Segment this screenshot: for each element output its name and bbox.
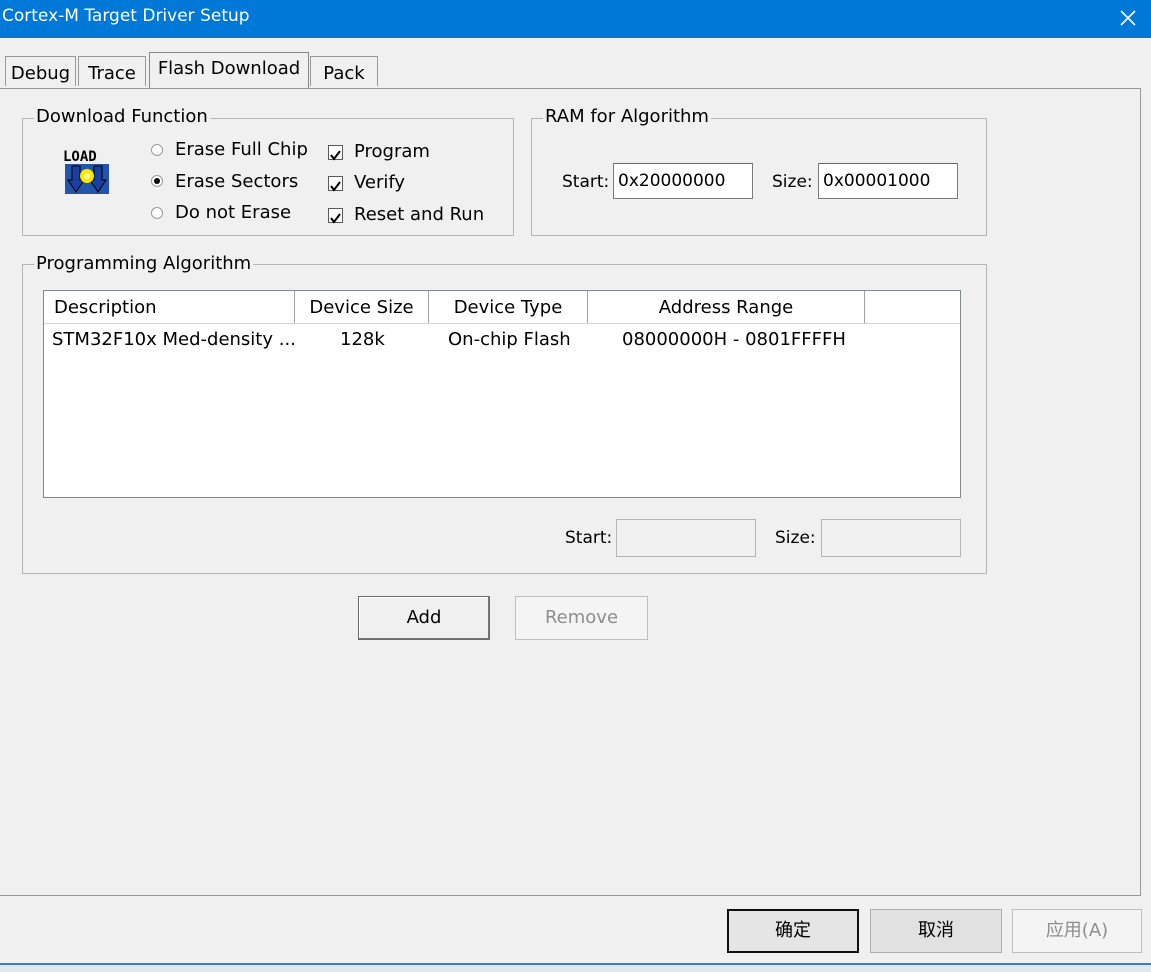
cancel-button[interactable]: 取消 (870, 909, 1002, 953)
column-label: Device Size (309, 297, 414, 318)
checkmark-icon (330, 213, 341, 224)
program-checkbox[interactable] (328, 145, 343, 161)
tab-flash-download[interactable]: Flash Download (149, 52, 309, 88)
do-not-erase-label: Do not Erase (175, 202, 292, 223)
column-header-device-type[interactable]: Device Type (429, 291, 588, 323)
column-header-empty (865, 291, 961, 323)
table-row[interactable]: STM32F10x Med-density ... 128k On-chip F… (44, 323, 960, 357)
tab-label: Trace (88, 63, 136, 84)
verify-label: Verify (354, 172, 406, 193)
window-title: Cortex-M Target Driver Setup (2, 6, 250, 26)
ram-size-label: Size: (772, 172, 813, 192)
checkmark-icon (330, 181, 341, 192)
tab-trace[interactable]: Trace (78, 56, 146, 86)
svg-text:LOAD: LOAD (63, 149, 97, 165)
tab-label: Debug (10, 63, 71, 84)
program-label: Program (354, 141, 430, 162)
close-icon[interactable] (1113, 3, 1143, 33)
algorithm-start-label: Start: (565, 528, 613, 548)
ram-for-algorithm-legend: RAM for Algorithm (543, 106, 711, 127)
column-header-device-size[interactable]: Device Size (295, 291, 429, 323)
programming-algorithm-legend: Programming Algorithm (34, 253, 254, 274)
algorithm-size-label: Size: (775, 528, 816, 548)
cell-device-size: 128k (340, 329, 385, 350)
download-function-legend: Download Function (34, 106, 210, 127)
tab-debug[interactable]: Debug (5, 56, 76, 86)
tab-pack[interactable]: Pack (310, 56, 378, 86)
algorithm-size-input (821, 519, 961, 557)
checkmark-icon (330, 150, 341, 161)
ram-start-input[interactable] (613, 163, 753, 199)
title-bar: Cortex-M Target Driver Setup (0, 0, 1151, 38)
verify-checkbox[interactable] (328, 176, 343, 192)
remove-button[interactable]: Remove (515, 596, 648, 640)
cell-device-type: On-chip Flash (448, 329, 571, 350)
tab-label: Flash Download (157, 58, 301, 79)
column-header-address-range[interactable]: Address Range (588, 291, 865, 323)
tab-label: Pack (323, 63, 365, 84)
list-header: Description Device Size Device Type Addr… (44, 291, 960, 324)
erase-full-chip-radio[interactable] (151, 144, 163, 156)
column-header-description[interactable]: Description (44, 291, 295, 323)
apply-button[interactable]: 应用(A) (1012, 909, 1142, 953)
erase-sectors-radio[interactable] (151, 175, 163, 187)
cell-address-range: 08000000H - 0801FFFFH (622, 329, 846, 350)
reset-and-run-checkbox[interactable] (328, 208, 343, 224)
reset-and-run-label: Reset and Run (354, 204, 485, 225)
ram-size-input[interactable] (818, 163, 958, 199)
algorithm-start-input (616, 519, 756, 557)
load-icon: LOAD (62, 146, 112, 196)
do-not-erase-radio[interactable] (151, 207, 163, 219)
column-label: Address Range (658, 297, 794, 318)
ram-start-label: Start: (562, 172, 610, 192)
column-label: Device Type (453, 297, 563, 318)
erase-sectors-label: Erase Sectors (175, 171, 299, 192)
algorithm-list[interactable]: Description Device Size Device Type Addr… (43, 290, 961, 498)
ok-button[interactable]: 确定 (727, 909, 859, 953)
window-bottom-edge (0, 963, 1151, 972)
cell-description: STM32F10x Med-density ... (52, 329, 296, 350)
add-button[interactable]: Add (358, 596, 490, 640)
column-label: Description (54, 297, 157, 318)
erase-full-chip-label: Erase Full Chip (175, 139, 308, 160)
